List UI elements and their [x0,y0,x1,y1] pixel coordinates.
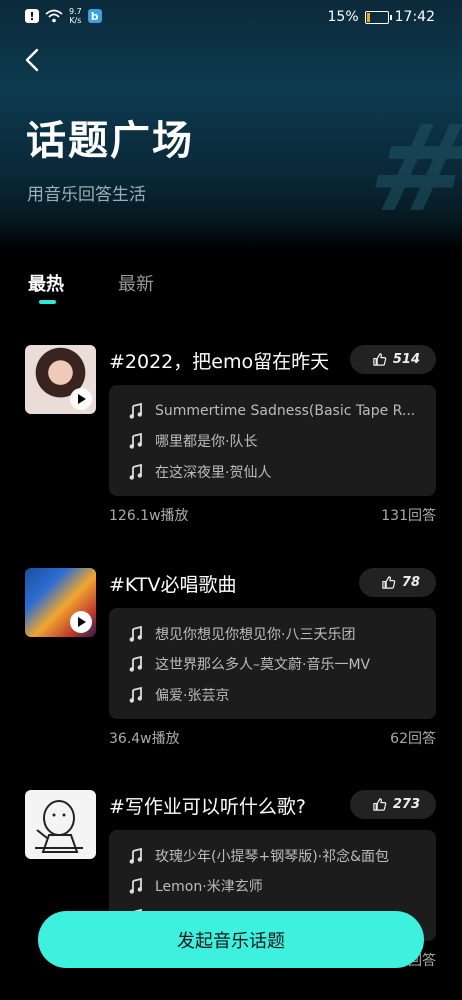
cartoon-illustration [35,800,83,853]
clock: 17:42 [394,9,435,25]
back-arrow-icon[interactable] [22,47,44,73]
network-speed-value: 9.7 [69,7,82,16]
like-count: 273 [392,797,420,812]
like-button[interactable]: 514 [349,345,436,374]
like-button[interactable]: 78 [358,568,436,597]
music-note-icon [129,626,142,642]
wifi-icon [45,9,63,23]
music-note-icon [129,878,142,894]
play-count: 126.1w播放 [109,508,189,524]
start-music-topic-button[interactable]: 发起音乐话题 [38,911,424,968]
song-item[interactable]: Lemon·米津玄师 [129,876,421,896]
song-title: Lemon·米津玄师 [155,879,263,895]
thumbs-up-icon [373,798,387,811]
thumbs-up-icon [373,353,387,366]
battery-percent: 15% [327,9,359,25]
answer-count: 62回答 [390,731,436,747]
song-title: 想见你想见你想见你·八三夭乐团 [155,627,356,643]
topic-cover-image[interactable] [25,790,96,859]
play-icon[interactable] [70,611,92,633]
song-item[interactable]: 哪里都是你·队长 [129,431,421,451]
battery-icon [364,10,392,24]
song-list: 想见你想见你想见你·八三夭乐团 这世界那么多人–莫文蔚·音乐一MV 偏爱·张芸京 [109,608,436,719]
song-title: Summertime Sadness(Basic Tape R... [155,403,416,419]
topic-cover-image[interactable] [25,345,96,414]
song-title: 哪里都是你·队长 [155,434,258,450]
battery-level [366,12,370,22]
tab-newest[interactable]: 最新 [118,270,154,296]
song-title: 偏爱·张芸京 [155,688,230,704]
page-title: 话题广场 [26,118,194,164]
play-count: 36.4w播放 [109,731,180,747]
music-note-icon [129,656,142,672]
network-speed: 9.7 K/s [69,7,82,25]
music-note-icon [129,433,142,449]
play-icon[interactable] [70,388,92,410]
song-title: 这世界那么多人–莫文蔚·音乐一MV [155,657,371,673]
topic-title[interactable]: #2022，把emo留在昨天 [109,347,329,374]
music-note-icon [129,848,142,864]
song-list: Summertime Sadness(Basic Tape R... 哪里都是你… [109,385,436,496]
like-count: 78 [401,575,420,590]
tab-hottest[interactable]: 最热 [28,270,64,296]
app-notification-icon: b [87,9,102,23]
tab-bar: 最热 最新 [0,266,462,306]
hash-decoration: # [356,100,462,239]
topic-title[interactable]: #写作业可以听什么歌? [109,792,306,819]
song-item[interactable]: 偏爱·张芸京 [129,685,421,705]
song-title: 在这深夜里·贺仙人 [155,465,272,481]
notification-icon: ! [25,9,39,23]
song-item[interactable]: 在这深夜里·贺仙人 [129,462,421,482]
thumbs-up-icon [382,576,396,589]
answer-count: 131回答 [381,508,436,524]
active-tab-indicator [39,300,56,304]
topic-cover-image[interactable] [25,568,96,637]
like-button[interactable]: 273 [349,790,436,819]
network-speed-unit: K/s [69,16,82,25]
song-item[interactable]: 这世界那么多人–莫文蔚·音乐一MV [129,654,421,674]
song-title: 玫瑰少年(小提琴+钢琴版)·祁念&面包 [155,849,390,865]
song-item[interactable]: Summertime Sadness(Basic Tape R... [129,401,421,421]
like-count: 514 [392,352,420,367]
status-bar: ! 9.7 K/s b 15% 17:42 [0,0,462,34]
music-note-icon [129,464,142,480]
music-note-icon [129,403,142,419]
song-item[interactable]: 想见你想见你想见你·八三夭乐团 [129,624,421,644]
music-note-icon [129,687,142,703]
topic-title[interactable]: #KTV必唱歌曲 [109,570,237,597]
page-subtitle: 用音乐回答生活 [27,185,146,205]
song-item[interactable]: 玫瑰少年(小提琴+钢琴版)·祁念&面包 [129,846,421,866]
